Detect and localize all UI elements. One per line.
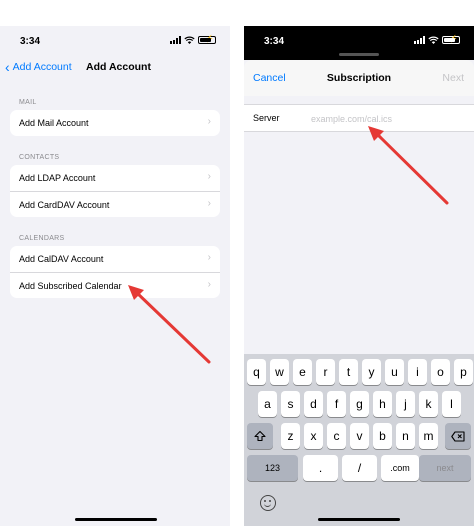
sheet-header: Cancel Subscription Next xyxy=(244,60,474,96)
status-time: 3:34 xyxy=(20,36,41,47)
list-item-label: Add Subscribed Calendar xyxy=(19,281,122,291)
group-mail: Add Mail Account › xyxy=(10,110,220,136)
section-header-contacts: CONTACTS xyxy=(19,154,60,161)
chevron-left-icon: ‹ xyxy=(5,59,10,75)
keyboard-row-4: 123 . / .com next xyxy=(244,455,474,481)
list-item-label: Add CardDAV Account xyxy=(19,200,110,210)
group-calendars: Add CalDAV Account › Add Subscribed Cale… xyxy=(10,246,220,298)
chevron-right-icon: › xyxy=(207,116,211,127)
key-a[interactable]: a xyxy=(258,391,277,417)
nav-bar: ‹ Add Account Add Account xyxy=(0,56,230,80)
keyboard: q w e r t y u i o p a s d f g h j k l z xyxy=(244,354,474,526)
sheet-grabber[interactable] xyxy=(339,53,379,56)
list-item-add-caldav-account[interactable]: Add CalDAV Account › xyxy=(10,246,220,272)
left-screen: 3:34 ⚡ ‹ Add Account Add Account MAIL Ad… xyxy=(0,26,230,526)
battery-icon: ⚡ xyxy=(442,36,460,44)
wifi-icon xyxy=(428,36,439,44)
status-bar: 3:34 ⚡ xyxy=(244,26,474,60)
key-k[interactable]: k xyxy=(419,391,438,417)
key-dotcom[interactable]: .com xyxy=(381,455,419,481)
list-item-add-carddav-account[interactable]: Add CardDAV Account › xyxy=(10,191,220,217)
list-item-label: Add Mail Account xyxy=(19,118,89,128)
keyboard-row-3: z x c v b n m xyxy=(244,423,474,449)
key-s[interactable]: s xyxy=(281,391,300,417)
key-p[interactable]: p xyxy=(454,359,473,385)
emoji-icon[interactable] xyxy=(260,495,276,511)
key-h[interactable]: h xyxy=(373,391,392,417)
key-b[interactable]: b xyxy=(373,423,392,449)
chevron-right-icon: › xyxy=(207,279,211,290)
key-d[interactable]: d xyxy=(304,391,323,417)
status-icons: ⚡ xyxy=(414,36,460,44)
list-item-add-mail-account[interactable]: Add Mail Account › xyxy=(10,110,220,136)
chevron-right-icon: › xyxy=(207,171,211,182)
key-v[interactable]: v xyxy=(350,423,369,449)
back-label: Add Account xyxy=(12,61,72,73)
status-icons: ⚡ xyxy=(170,36,216,44)
shift-icon xyxy=(254,430,266,442)
right-screen: 3:34 ⚡ Cancel Subscription Next Server q… xyxy=(244,26,474,526)
cellular-signal-icon xyxy=(170,36,181,44)
chevron-right-icon: › xyxy=(207,198,211,209)
key-m[interactable]: m xyxy=(419,423,438,449)
section-header-calendars: CALENDARS xyxy=(19,235,65,242)
key-dot[interactable]: . xyxy=(303,455,338,481)
page-title: Add Account xyxy=(86,61,151,73)
status-bar: 3:34 ⚡ xyxy=(0,26,230,56)
back-button[interactable]: ‹ Add Account xyxy=(5,59,72,75)
key-x[interactable]: x xyxy=(304,423,323,449)
list-item-add-subscribed-calendar[interactable]: Add Subscribed Calendar › xyxy=(10,272,220,298)
shift-key[interactable] xyxy=(247,423,273,449)
key-z[interactable]: z xyxy=(281,423,300,449)
home-indicator xyxy=(318,518,400,521)
server-label: Server xyxy=(253,113,280,123)
key-w[interactable]: w xyxy=(270,359,289,385)
key-n[interactable]: n xyxy=(396,423,415,449)
home-indicator xyxy=(75,518,157,521)
key-l[interactable]: l xyxy=(442,391,461,417)
key-e[interactable]: e xyxy=(293,359,312,385)
sheet-title: Subscription xyxy=(326,72,392,84)
delete-icon xyxy=(451,430,465,442)
list-item-label: Add CalDAV Account xyxy=(19,254,104,264)
key-c[interactable]: c xyxy=(327,423,346,449)
key-u[interactable]: u xyxy=(385,359,404,385)
key-j[interactable]: j xyxy=(396,391,415,417)
keyboard-row-1: q w e r t y u i o p xyxy=(244,359,474,385)
key-slash[interactable]: / xyxy=(342,455,377,481)
key-q[interactable]: q xyxy=(247,359,266,385)
wifi-icon xyxy=(184,36,195,44)
numbers-key[interactable]: 123 xyxy=(247,455,298,481)
delete-key[interactable] xyxy=(445,423,471,449)
group-contacts: Add LDAP Account › Add CardDAV Account › xyxy=(10,165,220,217)
key-r[interactable]: r xyxy=(316,359,335,385)
cellular-signal-icon xyxy=(414,36,425,44)
next-button[interactable]: Next xyxy=(442,72,464,84)
list-item-add-ldap-account[interactable]: Add LDAP Account › xyxy=(10,165,220,191)
status-time: 3:34 xyxy=(264,36,285,47)
chevron-right-icon: › xyxy=(207,252,211,263)
key-o[interactable]: o xyxy=(431,359,450,385)
key-f[interactable]: f xyxy=(327,391,346,417)
server-row: Server xyxy=(244,104,474,132)
keyboard-next-key[interactable]: next xyxy=(419,455,471,481)
key-t[interactable]: t xyxy=(339,359,358,385)
key-g[interactable]: g xyxy=(350,391,369,417)
keyboard-row-2: a s d f g h j k l xyxy=(244,391,474,417)
list-item-label: Add LDAP Account xyxy=(19,173,96,183)
section-header-mail: MAIL xyxy=(19,99,37,106)
key-i[interactable]: i xyxy=(408,359,427,385)
server-input[interactable] xyxy=(311,111,461,127)
battery-icon: ⚡ xyxy=(198,36,216,44)
key-y[interactable]: y xyxy=(362,359,381,385)
